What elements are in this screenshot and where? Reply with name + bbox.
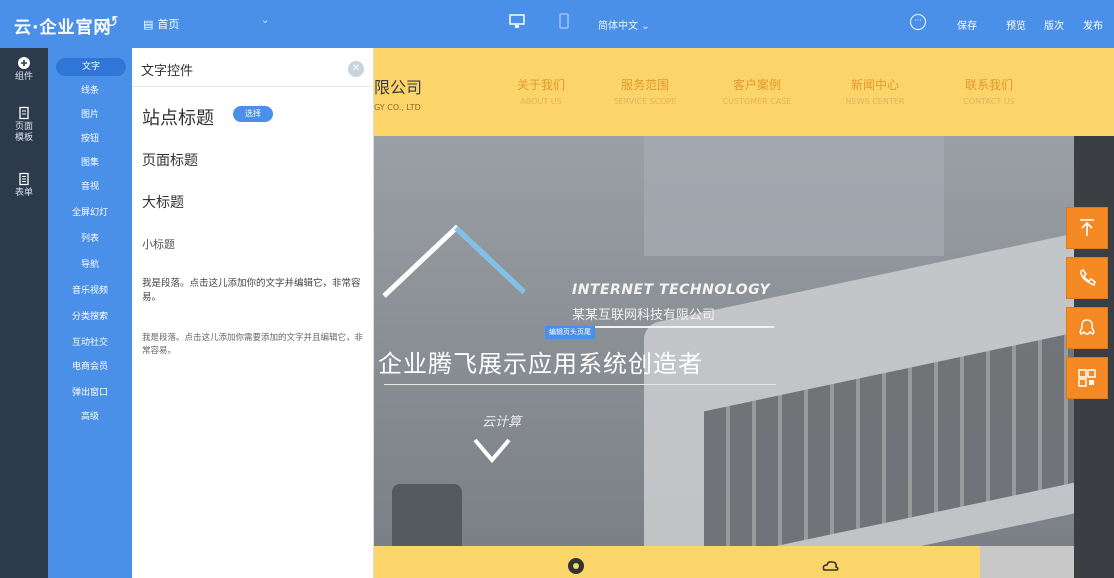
phone-photo — [392, 484, 462, 554]
header-edge — [1074, 48, 1114, 136]
nav-label-en: SERVICE SCOPE — [613, 97, 677, 106]
component-category-list: 文字 线条 图片 按钮 图集 音视 全屏幻灯 列表 导航 音乐视频 分类搜索 互… — [48, 48, 132, 578]
language-select[interactable]: 简体中文 ⌄ — [598, 17, 650, 32]
hero-slogan: 企业腾飞展示应用系统创造者 — [378, 350, 703, 378]
hero-company-name: 某某互联网科技有限公司 — [572, 308, 716, 323]
page-select-dropdown[interactable]: ▤ 首页 ⌄ — [143, 15, 269, 32]
company-name: 限公司 — [374, 78, 423, 97]
hero-english-title: INTERNET TECHNOLOGY — [572, 282, 771, 298]
category-music-video[interactable]: 音乐视频 — [48, 282, 132, 300]
category-fullscreen-slider[interactable]: 全屏幻灯 — [48, 204, 132, 222]
category-text[interactable]: 文字 — [56, 58, 126, 76]
save-button[interactable]: 保存 — [957, 17, 977, 32]
category-line[interactable]: 线条 — [48, 82, 132, 100]
chevron-down-icon: ⌄ — [261, 15, 270, 26]
undo-icon[interactable]: ↺ — [105, 12, 118, 31]
category-ecommerce[interactable]: 电商会员 — [48, 358, 132, 376]
phone-button[interactable] — [1066, 257, 1108, 299]
site-title-widget[interactable]: 站点标题 — [142, 104, 214, 130]
rail-item-components[interactable]: 组件 — [0, 56, 48, 83]
category-media[interactable]: 音视 — [48, 178, 132, 196]
preview-button[interactable]: 预览 — [1006, 17, 1026, 32]
category-search[interactable]: 分类搜索 — [48, 308, 132, 326]
chevron-down-icon: ⌄ — [641, 21, 650, 32]
plus-circle-icon — [18, 57, 30, 69]
nav-label: 服务范围 — [620, 78, 669, 92]
nav-label-en: NEWS CENTER — [845, 97, 905, 106]
small-title-widget[interactable]: 小标题 — [142, 236, 175, 252]
left-icon-rail: 组件 页面模板 表单 — [0, 48, 48, 578]
close-icon[interactable]: ✕ — [348, 61, 364, 77]
big-title-widget[interactable]: 大标题 — [142, 192, 184, 212]
company-name-en: GY CO., LTD — [374, 103, 421, 112]
phone-icon — [1080, 269, 1096, 287]
brand-logo: 云·企业官网 — [14, 18, 112, 38]
rail-item-label: 组件 — [14, 72, 33, 82]
site-preview-canvas[interactable]: 限公司 GY CO., LTD 关于我们 ABOUT US 服务范围 SERVI… — [374, 48, 1074, 578]
back-to-top-button[interactable] — [1066, 207, 1108, 249]
cloud-icon — [822, 561, 839, 571]
text-control-panel: 文字控件 ✕ 站点标题 选择 页面标题 大标题 小标题 我是段落。点击这儿添加你… — [132, 48, 374, 578]
nav-label-en: CUSTOMER CASE — [722, 97, 792, 106]
page-icon — [19, 106, 29, 120]
paragraph-widget[interactable]: 我是段落。点击这儿添加你的文字并编辑它，非常容易。 — [142, 277, 364, 305]
message-icon[interactable]: ··· — [910, 14, 926, 30]
nav-item-cases[interactable]: 客户案例 CUSTOMER CASE — [712, 76, 802, 106]
nav-item-news[interactable]: 新闻中心 NEWS CENTER — [830, 76, 920, 106]
hero-banner[interactable]: INTERNET TECHNOLOGY 某某互联网科技有限公司 编辑页头页尾 企… — [374, 136, 1074, 578]
panel-divider — [132, 86, 374, 87]
form-icon — [19, 172, 29, 186]
qrcode-button[interactable] — [1066, 357, 1108, 399]
language-value: 简体中文 — [598, 21, 638, 32]
category-popup[interactable]: 弹出窗口 — [48, 384, 132, 402]
mobile-view-icon[interactable] — [555, 12, 573, 30]
qq-icon — [1079, 319, 1095, 335]
nav-label-en: CONTACT US — [963, 97, 1015, 106]
service-icon — [568, 558, 584, 574]
category-gallery[interactable]: 图集 — [48, 154, 132, 172]
services-strip[interactable] — [374, 546, 980, 578]
nav-label: 客户案例 — [732, 78, 781, 92]
panel-title: 文字控件 — [141, 64, 194, 79]
category-button[interactable]: 按钮 — [48, 130, 132, 148]
publish-button[interactable]: 发布 — [1083, 17, 1103, 32]
category-image[interactable]: 图片 — [48, 106, 132, 124]
category-social[interactable]: 互动社交 — [48, 334, 132, 352]
category-navigation[interactable]: 导航 — [48, 256, 132, 274]
edit-header-footer-button[interactable]: 编辑页头页尾 — [545, 326, 595, 339]
page-icon: ▤ — [143, 17, 154, 31]
chevron-down-icon[interactable] — [472, 436, 512, 466]
page-select-value: 首页 — [157, 18, 180, 31]
hero-divider — [384, 384, 776, 385]
pick-button[interactable]: 选择 — [233, 106, 273, 122]
rail-item-page-templates[interactable]: 页面模板 — [0, 106, 48, 144]
site-header[interactable]: 限公司 GY CO., LTD 关于我们 ABOUT US 服务范围 SERVI… — [374, 48, 1074, 136]
arrow-up-icon — [1080, 219, 1094, 236]
nav-label-en: ABOUT US — [520, 97, 562, 106]
hero-subtitle: 云计算 — [482, 415, 522, 430]
qrcode-icon — [1078, 369, 1096, 387]
rail-item-label: 页面模板 — [14, 122, 33, 143]
page-title-widget[interactable]: 页面标题 — [142, 150, 198, 170]
nav-item-service[interactable]: 服务范围 SERVICE SCOPE — [600, 76, 690, 106]
qq-button[interactable] — [1066, 307, 1108, 349]
category-list[interactable]: 列表 — [48, 230, 132, 248]
nav-item-about[interactable]: 关于我们 ABOUT US — [496, 76, 586, 106]
rail-item-label: 表单 — [14, 188, 33, 198]
top-toolbar: 云·企业官网 ↺ ▤ 首页 ⌄ 简体中文 ⌄ ··· 保存 预览 版次 发布 — [0, 0, 1114, 48]
nav-label: 关于我们 — [516, 78, 565, 92]
category-advanced[interactable]: 高级 — [48, 408, 132, 426]
notebook-photo — [644, 136, 944, 256]
nav-label: 联系我们 — [964, 78, 1013, 92]
nav-item-contact[interactable]: 联系我们 CONTACT US — [944, 76, 1034, 106]
history-button[interactable]: 版次 — [1044, 17, 1064, 32]
rail-item-forms[interactable]: 表单 — [0, 172, 48, 199]
small-paragraph-widget[interactable]: 我是段落。点击这儿添加你需要添加的文字并且编辑它，非常容易。 — [142, 332, 364, 358]
nav-label: 新闻中心 — [850, 78, 899, 92]
desktop-view-icon[interactable] — [508, 12, 526, 30]
